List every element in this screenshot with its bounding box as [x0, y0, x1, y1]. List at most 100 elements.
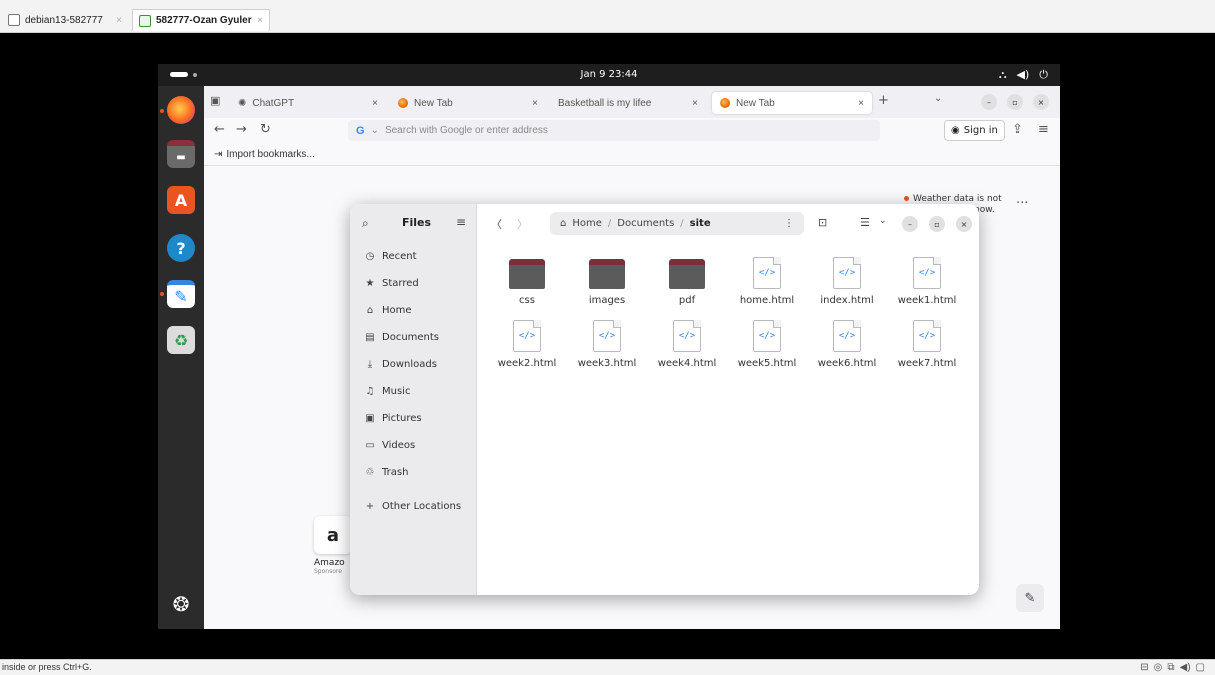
minimize-button[interactable]: – — [981, 94, 997, 110]
plus-icon: + — [365, 500, 375, 512]
customize-pencil-icon[interactable]: ✎ — [1016, 584, 1044, 612]
import-bookmarks-link[interactable]: Import bookmarks... — [226, 149, 314, 160]
tab-new-tab[interactable]: New Tab × — [390, 92, 546, 114]
breadcrumb-separator: / — [607, 218, 612, 229]
new-tab-button[interactable]: + — [878, 93, 889, 108]
sidebar-item-trash[interactable]: ♲ Trash — [364, 463, 409, 481]
app-title: Files — [402, 216, 432, 229]
file-name: week4.html — [657, 358, 717, 369]
back-chevron-icon[interactable]: 〈 — [491, 216, 502, 232]
sidebar-item-home[interactable]: ⌂ Home — [364, 301, 412, 319]
network-adapter-icon[interactable]: ⧉ — [1167, 662, 1174, 673]
breadcrumb-home[interactable]: Home — [572, 218, 602, 229]
folder-item[interactable]: css — [487, 259, 567, 306]
sidebar-item-other-locations[interactable]: + Other Locations — [364, 497, 461, 515]
host-tab-ozan[interactable]: 582777-Ozan Gyuler × — [132, 9, 270, 31]
ubuntu-dock: ▬ A ? ✎ ♻ ❂ — [158, 86, 204, 629]
power-icon: ⏻ — [1039, 68, 1048, 81]
chevron-down-icon[interactable]: ⌄ — [934, 93, 942, 104]
search-icon[interactable]: ⌕ — [362, 216, 369, 231]
tab-label: Basketball is my lifee — [558, 97, 652, 109]
files-window: ⌕ Files ≡ ◷ Recent ★ Starred ⌂ Home ▤ Do… — [350, 204, 979, 595]
file-item[interactable]: </> week1.html — [887, 257, 967, 306]
tab-list-icon[interactable]: ▣ — [210, 94, 220, 107]
close-icon[interactable]: × — [372, 98, 378, 109]
folder-item[interactable]: pdf — [647, 259, 727, 306]
list-view-icon[interactable]: ☰ — [860, 216, 870, 229]
file-item[interactable]: </> week6.html — [807, 320, 887, 369]
close-icon[interactable]: × — [532, 98, 538, 109]
view-options-chevron-icon[interactable]: ⌄ — [879, 216, 887, 226]
html-file-icon: </> — [673, 320, 701, 352]
host-tab-debian[interactable]: debian13-582777 × — [2, 9, 128, 31]
amazon-shortcut[interactable]: a Amazo Sponsore — [314, 516, 352, 575]
close-icon[interactable]: × — [692, 98, 698, 109]
files-sidebar: ⌕ Files ≡ ◷ Recent ★ Starred ⌂ Home ▤ Do… — [350, 204, 477, 595]
tab-label: New Tab — [414, 97, 453, 109]
forward-arrow-icon[interactable]: → — [236, 122, 247, 137]
sidebar-item-documents[interactable]: ▤ Documents — [364, 328, 439, 346]
display-icon[interactable]: ▢ — [1196, 662, 1205, 673]
html-file-icon: </> — [833, 320, 861, 352]
file-item[interactable]: </> week5.html — [727, 320, 807, 369]
file-item[interactable]: </> week4.html — [647, 320, 727, 369]
sidebar-item-pictures[interactable]: ▣ Pictures — [364, 409, 421, 427]
file-name: week6.html — [817, 358, 877, 369]
firefox-nav-bar: ← → ↻ G ⌄ Search with Google or enter ad… — [204, 118, 1060, 144]
file-item[interactable]: </> home.html — [727, 257, 807, 306]
sidebar-item-starred[interactable]: ★ Starred — [364, 274, 419, 292]
firefox-icon[interactable] — [167, 96, 195, 124]
hamburger-menu-icon[interactable]: ≡ — [456, 215, 466, 229]
maximize-button[interactable]: ▫ — [1007, 94, 1023, 110]
optical-drive-icon[interactable]: ◎ — [1154, 662, 1163, 673]
app-center-icon[interactable]: A — [167, 186, 195, 214]
forward-chevron-icon[interactable]: 〉 — [517, 216, 528, 232]
new-folder-icon[interactable]: ⊡ — [818, 216, 827, 229]
file-item[interactable]: </> week7.html — [887, 320, 967, 369]
sidebar-item-recent[interactable]: ◷ Recent — [364, 247, 417, 265]
hdd-icon[interactable]: ⊟ — [1140, 662, 1148, 673]
sidebar-item-videos[interactable]: ▭ Videos — [364, 436, 415, 454]
file-item[interactable]: </> index.html — [807, 257, 887, 306]
sign-in-button[interactable]: ◉ Sign in — [944, 120, 1005, 141]
sidebar-item-label: Videos — [382, 439, 416, 451]
minimize-button[interactable]: – — [902, 216, 918, 232]
tab-basketball[interactable]: Basketball is my lifee × — [550, 92, 706, 114]
reload-icon[interactable]: ↻ — [260, 122, 271, 137]
home-icon: ⌂ — [366, 304, 374, 316]
menu-icon[interactable]: ≡ — [1038, 122, 1049, 137]
text-editor-icon[interactable]: ✎ — [167, 280, 195, 308]
folder-item[interactable]: images — [567, 259, 647, 306]
close-icon[interactable]: × — [116, 15, 122, 26]
system-tray[interactable]: ⛬ ◀) ⏻ — [999, 68, 1048, 82]
breadcrumb-documents[interactable]: Documents — [617, 218, 674, 229]
tab-chatgpt[interactable]: ✺ ChatGPT × — [230, 92, 386, 114]
music-icon: ♫ — [365, 385, 375, 397]
google-icon[interactable]: G — [356, 125, 365, 137]
file-item[interactable]: </> week2.html — [487, 320, 567, 369]
show-apps-icon[interactable]: ❂ — [167, 590, 195, 618]
files-icon[interactable]: ▬ — [167, 140, 195, 168]
maximize-button[interactable]: ▫ — [929, 216, 945, 232]
close-window-button[interactable]: × — [956, 216, 972, 232]
close-icon[interactable]: × — [858, 98, 864, 109]
audio-icon[interactable]: ◀) — [1180, 662, 1191, 673]
breadcrumb-current[interactable]: site — [690, 218, 711, 229]
trash-icon[interactable]: ♻ — [167, 326, 195, 354]
tab-new-tab-active[interactable]: New Tab × — [712, 92, 872, 114]
address-bar[interactable]: G ⌄ Search with Google or enter address — [348, 120, 880, 141]
close-window-button[interactable]: × — [1033, 94, 1049, 110]
firefox-tab-strip: ▣ ✺ ChatGPT × New Tab × Basketball is my… — [204, 86, 1060, 118]
share-icon[interactable]: ⇪ — [1012, 122, 1023, 137]
help-icon[interactable]: ? — [167, 234, 195, 262]
more-options-icon[interactable]: ... — [1016, 192, 1028, 207]
clock[interactable]: Jan 9 23:44 — [158, 69, 1060, 80]
close-icon[interactable]: × — [257, 15, 263, 26]
file-item[interactable]: </> week3.html — [567, 320, 647, 369]
sidebar-item-downloads[interactable]: ⤓ Downloads — [364, 355, 437, 373]
path-bar[interactable]: ⌂ Home / Documents / site ⋮ — [550, 212, 804, 235]
sidebar-item-music[interactable]: ♫ Music — [364, 382, 411, 400]
kebab-menu-icon[interactable]: ⋮ — [784, 218, 794, 229]
import-icon: ⇥ — [214, 149, 223, 160]
back-arrow-icon[interactable]: ← — [214, 122, 225, 137]
